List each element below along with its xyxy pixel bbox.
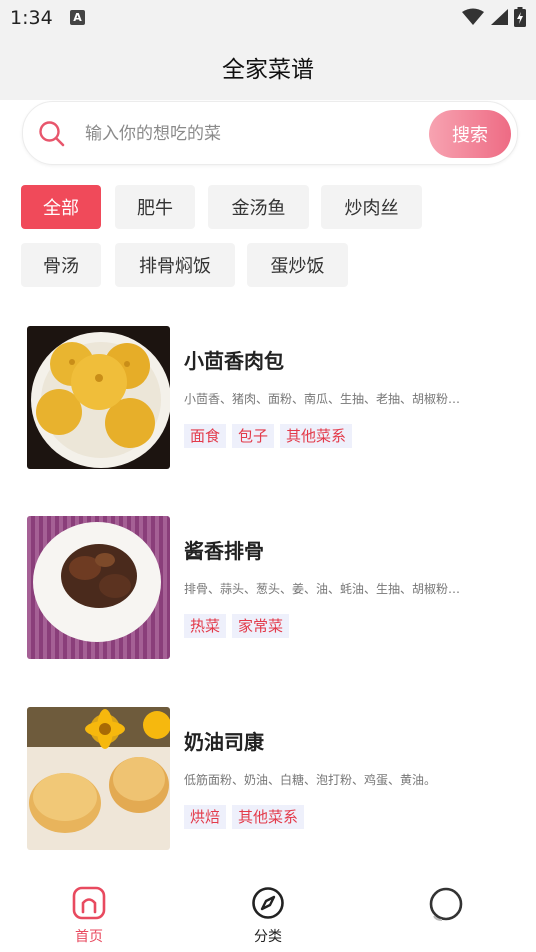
profile-icon [429, 887, 463, 921]
recipe-title: 小茴香肉包 [184, 349, 284, 373]
tab-category-label: 分类 [254, 929, 282, 945]
filter-chip-pork[interactable]: 炒肉丝 [321, 185, 422, 229]
recipe-tags: 烘焙 其他菜系 [184, 805, 305, 829]
recipe-ingredients: 低筋面粉、奶油、白糖、泡打粉、鸡蛋、黄油。 [184, 773, 437, 787]
signal-icon [491, 9, 508, 25]
recipe-card[interactable]: 奶油司康 低筋面粉、奶油、白糖、泡打粉、鸡蛋、黄油。 烘焙 其他菜系 [27, 707, 517, 851]
recipe-title: 酱香排骨 [184, 539, 264, 563]
recipe-card[interactable]: 小茴香肉包 小茴香、猪肉、面粉、南瓜、生抽、老抽、胡椒粉… 面食 包子 其他菜系 [27, 326, 517, 470]
search-button[interactable]: 搜索 [429, 110, 511, 158]
search-bar: 搜索 [22, 101, 518, 165]
filter-chip-beef[interactable]: 肥牛 [115, 185, 195, 229]
recipe-tag: 包子 [232, 424, 275, 448]
recipe-tag: 其他菜系 [232, 805, 305, 829]
search-icon [39, 121, 65, 147]
search-input[interactable] [83, 116, 417, 152]
filter-chip-all[interactable]: 全部 [21, 185, 101, 229]
page-title: 全家菜谱 [222, 57, 314, 83]
battery-icon [514, 7, 526, 27]
recipe-image [27, 326, 170, 469]
recipe-tag: 热菜 [184, 614, 227, 638]
status-time: 1:34 [10, 7, 53, 29]
recipe-tag: 家常菜 [232, 614, 290, 638]
home-icon [72, 886, 106, 920]
app-bar: 全家菜谱 [0, 36, 536, 100]
bottom-tab-bar: 首页 分类 [0, 872, 536, 952]
wifi-icon [462, 8, 484, 25]
recipe-ingredients: 排骨、蒜头、葱头、姜、油、蚝油、生抽、胡椒粉… [184, 582, 461, 596]
filter-chip-bone-soup[interactable]: 骨汤 [21, 243, 101, 287]
recipe-image [27, 707, 170, 850]
compass-icon [252, 887, 284, 919]
tab-home[interactable]: 首页 [49, 886, 129, 946]
recipe-card[interactable]: 酱香排骨 排骨、蒜头、葱头、姜、油、蚝油、生抽、胡椒粉… 热菜 家常菜 [27, 516, 517, 660]
recipe-image [27, 516, 170, 659]
notification-icon: A [70, 10, 85, 25]
tab-home-label: 首页 [75, 929, 103, 945]
filter-chip-fried-rice[interactable]: 蛋炒饭 [247, 243, 348, 287]
recipe-title: 奶油司康 [184, 730, 264, 754]
recipe-tag: 其他菜系 [280, 424, 353, 448]
filter-chip-fish[interactable]: 金汤鱼 [208, 185, 309, 229]
status-bar: 1:34 A [0, 0, 536, 36]
recipe-tag: 面食 [184, 424, 227, 448]
filter-chip-rib-rice[interactable]: 排骨焖饭 [115, 243, 235, 287]
recipe-tag: 烘焙 [184, 805, 227, 829]
recipe-tags: 热菜 家常菜 [184, 614, 290, 638]
recipe-tags: 面食 包子 其他菜系 [184, 424, 353, 448]
status-icons [462, 7, 526, 27]
recipe-ingredients: 小茴香、猪肉、面粉、南瓜、生抽、老抽、胡椒粉… [184, 392, 461, 406]
tab-profile[interactable] [406, 886, 486, 928]
tab-category[interactable]: 分类 [228, 886, 308, 946]
